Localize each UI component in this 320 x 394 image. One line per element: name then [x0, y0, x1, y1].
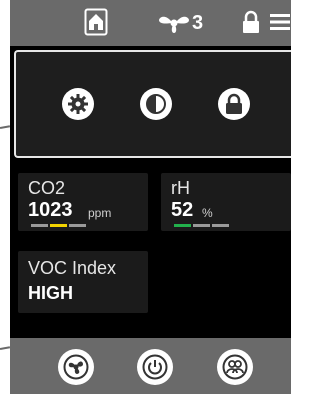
co2-value: 1023 — [28, 199, 73, 221]
rh-unit: % — [202, 206, 213, 220]
menu-icon[interactable] — [270, 13, 290, 36]
fan-speed-value: 3 — [192, 12, 204, 34]
fan-icon — [63, 354, 89, 380]
fan-icon[interactable] — [158, 12, 190, 39]
co2-unit: ppm — [88, 206, 112, 220]
voc-card[interactable]: VOC Index HIGH — [18, 251, 148, 313]
contrast-icon — [146, 94, 166, 114]
quick-action-panel — [14, 50, 291, 158]
rh-card[interactable]: rH 52 % — [161, 173, 291, 231]
settings-button[interactable] — [62, 88, 94, 120]
voc-label: VOC Index — [28, 258, 117, 278]
co2-level-segment-2 — [50, 224, 67, 227]
rh-label: rH — [171, 178, 190, 198]
lock-icon[interactable] — [242, 10, 260, 39]
co2-level-segment-1 — [31, 224, 48, 227]
co2-label: CO2 — [28, 178, 66, 198]
fan-button[interactable] — [58, 349, 94, 385]
contrast-button[interactable] — [140, 88, 172, 120]
users-button[interactable] — [217, 349, 253, 385]
co2-card[interactable]: CO2 1023 ppm — [18, 173, 148, 231]
rh-level-segment-3 — [212, 224, 229, 227]
rh-level-segment-2 — [193, 224, 210, 227]
home-icon[interactable] — [84, 8, 108, 41]
settings-icon — [68, 94, 88, 114]
power-icon — [142, 354, 168, 380]
lock-icon — [226, 93, 242, 114]
panel-lock-button[interactable] — [218, 88, 250, 120]
users-icon — [222, 354, 248, 380]
co2-level-segment-3 — [69, 224, 86, 227]
rh-value: 52 — [171, 199, 194, 221]
bottom-bar — [10, 338, 291, 394]
pointer-line-top — [0, 125, 10, 129]
power-button[interactable] — [137, 349, 173, 385]
rh-level-segment-1 — [174, 224, 191, 227]
pointer-line-bottom — [0, 346, 10, 350]
top-bar: 3 — [10, 0, 291, 46]
device-screen: 3 CO2 1023 ppm rH 52 % VOC Index HIGH — [10, 0, 291, 394]
voc-value: HIGH — [28, 283, 73, 303]
